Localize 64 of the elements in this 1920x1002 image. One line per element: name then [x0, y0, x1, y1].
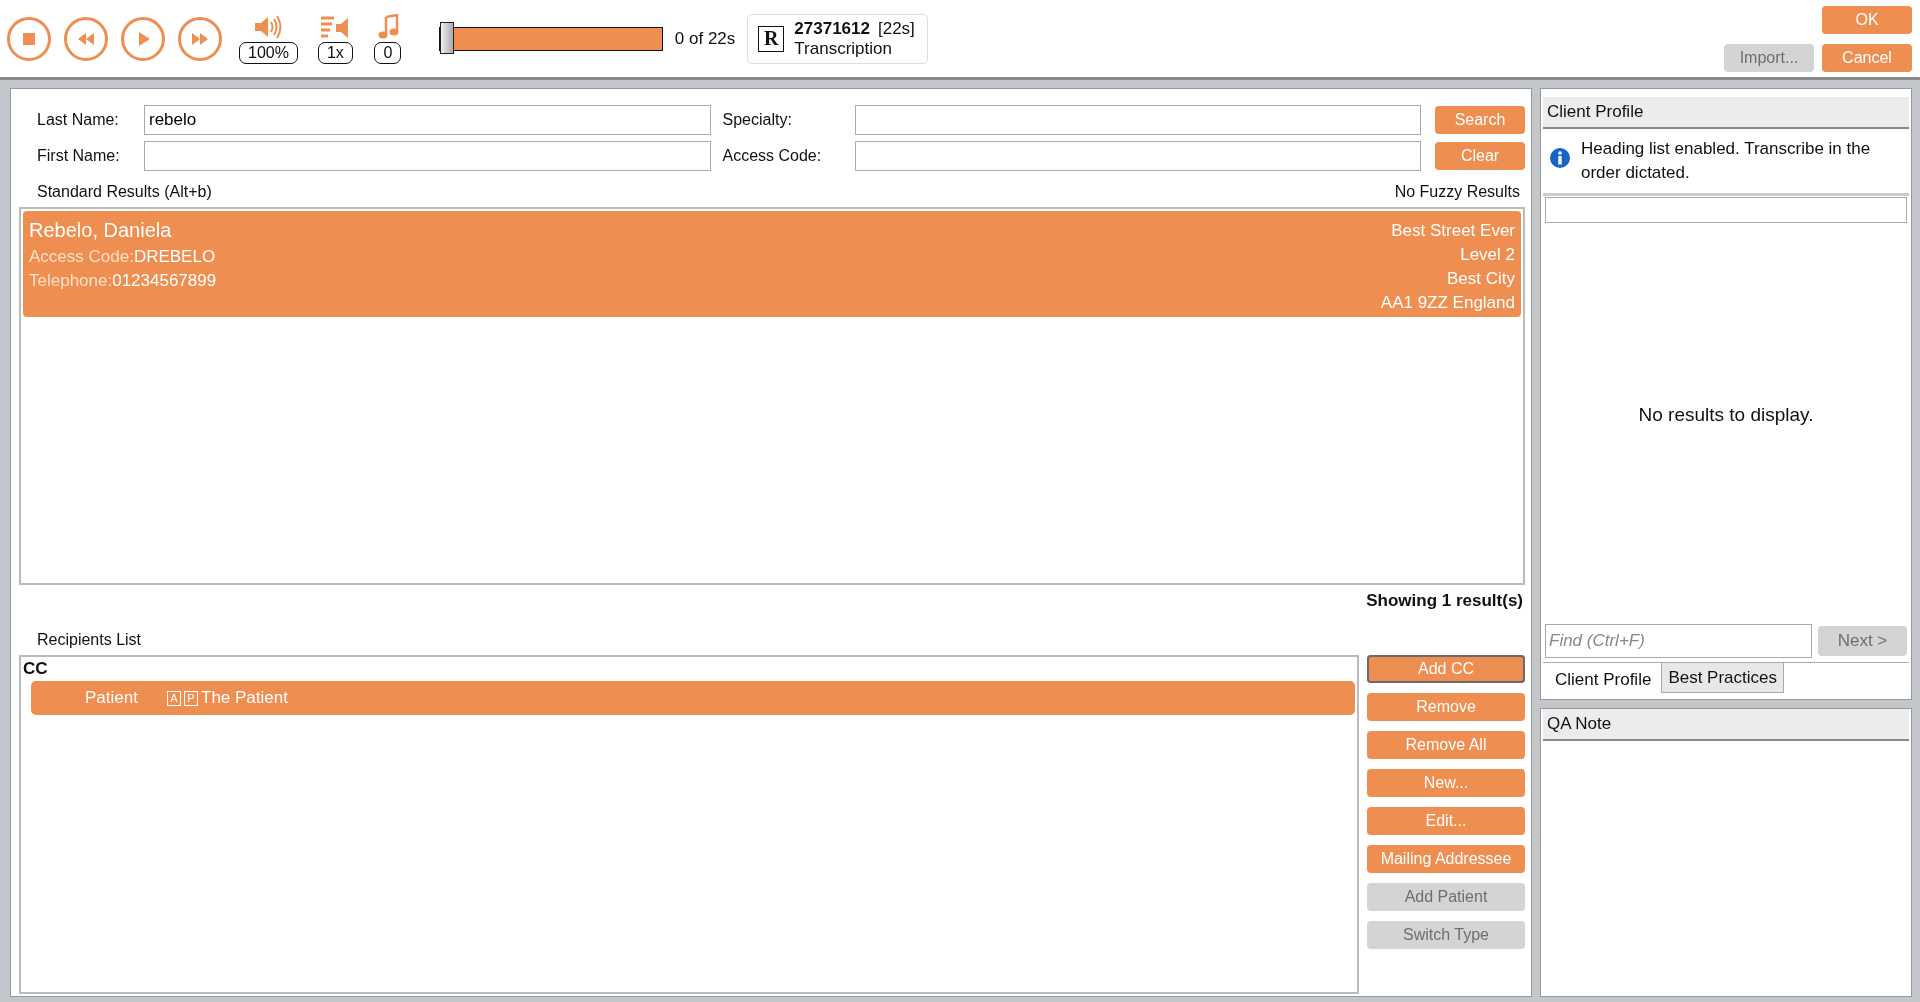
- stop-button[interactable]: [6, 15, 52, 62]
- flag-badge: P: [184, 690, 198, 706]
- fast-forward-icon: [177, 15, 223, 62]
- rewind-icon: [63, 15, 109, 62]
- rewind-button[interactable]: [63, 15, 109, 62]
- field-label: First Name:: [37, 147, 121, 165]
- input-field[interactable]: [144, 141, 711, 171]
- empty-message: No results to display.: [1638, 404, 1814, 427]
- recipient-row[interactable]: Patient A P The Patient: [31, 681, 1355, 715]
- play-icon: [120, 15, 166, 62]
- results-heading: Standard Results (Alt+b): [37, 183, 212, 201]
- speaker-icon: [253, 13, 284, 40]
- fast-forward-button[interactable]: [177, 15, 223, 62]
- field-label: Access Code:: [722, 147, 823, 165]
- form-button[interactable]: Clear: [1435, 142, 1525, 170]
- panel-title: QA Note: [1543, 709, 1909, 741]
- field-label: Access Code:: [29, 247, 134, 266]
- job-type: Transcription: [794, 38, 893, 59]
- recipient-button[interactable]: Add CC: [1367, 655, 1525, 683]
- input-field[interactable]: [854, 141, 1421, 171]
- client-name: Rebelo, Daniela: [29, 219, 173, 242]
- job-type-icon: R: [758, 25, 785, 52]
- address-line: Best Street Ever: [1390, 220, 1515, 242]
- text-field[interactable]: [1545, 197, 1907, 223]
- recipient-button[interactable]: Remove All: [1367, 731, 1525, 759]
- flag-badge: A: [167, 690, 181, 706]
- recipient-button[interactable]: Edit...: [1367, 807, 1525, 835]
- play-button[interactable]: [120, 15, 166, 62]
- panel-title: Client Profile: [1543, 97, 1909, 129]
- form-button[interactable]: Search: [1435, 106, 1525, 134]
- field-label: Specialty:: [722, 111, 793, 129]
- recipient-button[interactable]: Remove: [1367, 693, 1525, 721]
- job-number: 27371612: [794, 18, 870, 38]
- address-line: AA1 9ZZ England: [1380, 292, 1515, 314]
- fuzzy-status: No Fuzzy Results: [1394, 183, 1520, 201]
- notice-text: Heading list enabled. Transcribe in the order dictated.: [1581, 138, 1872, 184]
- address-line: Best City: [1445, 268, 1515, 290]
- recipient-button[interactable]: Mailing Addressee: [1367, 845, 1525, 873]
- result-count: Showing 1 result(s): [1366, 591, 1523, 611]
- input-field[interactable]: [854, 105, 1421, 135]
- stop-icon: [6, 15, 52, 62]
- job-duration: [22s]: [877, 18, 915, 38]
- address-line: Level 2: [1459, 244, 1515, 266]
- recipients-heading: Recipients List: [37, 631, 142, 648]
- field-label: Last Name:: [37, 111, 120, 129]
- tab[interactable]: Best Practices: [1661, 663, 1785, 693]
- dialog-button[interactable]: Cancel: [1822, 43, 1912, 72]
- slider-thumb[interactable]: [439, 21, 454, 54]
- telephone: 01234567899: [112, 271, 217, 290]
- field-label: Telephone:: [29, 271, 113, 290]
- pitch-value[interactable]: 0: [374, 41, 402, 64]
- recipient-name: The Patient: [201, 688, 288, 708]
- result-row[interactable]: Rebelo, Daniela Access Code:DREBELO Telephone:01234567899 Best Street Ever Level 2 Best City AA1 9ZZ England: [23, 211, 1521, 317]
- recipient-role: Patient: [85, 688, 139, 708]
- access-code: DREBELO: [133, 247, 216, 266]
- info-icon: [1549, 147, 1571, 169]
- recipient-button[interactable]: New...: [1367, 769, 1525, 797]
- speed-value[interactable]: 1x: [317, 41, 353, 64]
- find-field[interactable]: Find (Ctrl+F): [1545, 624, 1812, 658]
- dialog-button[interactable]: OK: [1822, 5, 1912, 34]
- group-title: CC: [23, 659, 49, 679]
- volume-value[interactable]: 100%: [239, 41, 298, 64]
- input-field[interactable]: rebelo: [144, 105, 711, 135]
- playback-time: 0 of 22s: [674, 28, 736, 49]
